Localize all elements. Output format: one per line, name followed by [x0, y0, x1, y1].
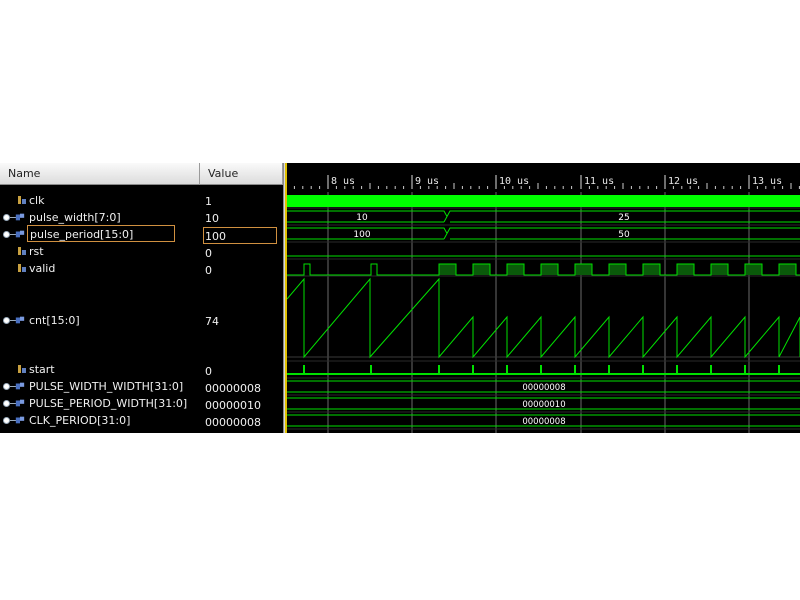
expand-icon[interactable]	[3, 231, 10, 238]
signal-value: 00000008	[205, 382, 261, 395]
signal-row-pulse-period[interactable]: pulse_period[15:0]	[0, 225, 200, 243]
value-cell: 00000008	[200, 414, 283, 431]
signal-name: clk	[29, 194, 45, 207]
signal-value: 1	[205, 195, 212, 208]
valid-pulse-fill	[711, 264, 728, 275]
valid-pulse-fill	[507, 264, 524, 275]
value-cell: 0	[200, 363, 283, 380]
signal-value: 0	[205, 247, 212, 260]
bit-signal-icon	[18, 196, 26, 204]
value-cell: 74	[200, 313, 283, 330]
signal-value: 74	[205, 315, 219, 328]
time-label: 13 us	[752, 176, 782, 187]
time-ruler: 8 us 9 us 10 us 11 us 12 us 13 us	[287, 163, 800, 192]
expand-icon[interactable]	[3, 214, 10, 221]
bus-signal-icon	[15, 316, 25, 324]
bit-signal-icon	[18, 264, 26, 272]
valid-pulse-fill	[575, 264, 592, 275]
value-cell: 100	[200, 227, 283, 245]
bus-signal-icon	[15, 382, 25, 390]
time-label: 12 us	[668, 176, 698, 187]
signal-row-pulse-width-width[interactable]: PULSE_WIDTH_WIDTH[31:0]	[0, 378, 200, 395]
signal-row-pulse-period-width[interactable]: PULSE_PERIOD_WIDTH[31:0]	[0, 395, 200, 412]
signal-value: 10	[205, 212, 219, 225]
valid-pulse-fill	[541, 264, 558, 275]
signal-value: 100	[203, 227, 277, 244]
expand-icon[interactable]	[3, 317, 10, 324]
bus-signal-icon	[15, 213, 25, 221]
time-label: 9 us	[415, 176, 439, 187]
expand-icon[interactable]	[3, 383, 10, 390]
valid-pulse-fill	[609, 264, 626, 275]
signal-name: PULSE_PERIOD_WIDTH[31:0]	[29, 397, 188, 410]
value-cell: 10	[200, 210, 283, 227]
signal-row-pulse-width[interactable]: pulse_width[7:0]	[0, 209, 200, 226]
signal-name: valid	[29, 262, 56, 275]
signal-row-cnt[interactable]: cnt[15:0]	[0, 312, 200, 329]
expand-icon[interactable]	[3, 400, 10, 407]
valid-pulse-fill	[745, 264, 762, 275]
valid-pulse-fill	[473, 264, 490, 275]
cnt-trace	[287, 277, 800, 359]
signal-name-column: Name clk pulse_width[7:0] pulse_period[1…	[0, 163, 200, 433]
bus-signal-icon	[15, 399, 25, 407]
time-label: 8 us	[331, 176, 355, 187]
waveform-canvas[interactable]: 8 us 9 us 10 us 11 us 12 us 13 us 10 25100 5000…	[287, 163, 800, 433]
bit-signal-icon	[18, 247, 26, 255]
clk-trace	[287, 195, 800, 207]
start-trace	[287, 365, 800, 375]
signal-name: rst	[29, 245, 44, 258]
signal-name: CLK_PERIOD[31:0]	[29, 414, 131, 427]
signal-value: 00000010	[205, 399, 261, 412]
value-cell: 00000008	[200, 380, 283, 397]
ruler-band	[287, 163, 800, 192]
value-cell: 0	[200, 262, 283, 279]
signal-name: pulse_width[7:0]	[29, 211, 121, 224]
value-cell: 00000010	[200, 397, 283, 414]
signal-name: cnt[15:0]	[29, 314, 80, 327]
signal-row-rst[interactable]: rst	[0, 243, 200, 260]
signal-name: pulse_period[15:0]	[27, 225, 175, 242]
name-column-header[interactable]: Name	[0, 163, 200, 185]
bus-signal-icon	[15, 230, 25, 238]
waveform-area[interactable]: 8 us 9 us 10 us 11 us 12 us 13 us 10 25 100 50 00…	[287, 163, 800, 433]
signal-value: 00000008	[205, 416, 261, 429]
signal-name: start	[29, 363, 55, 376]
valid-pulse-fill	[677, 264, 694, 275]
signal-row-valid[interactable]: valid	[0, 260, 200, 277]
time-label: 11 us	[584, 176, 614, 187]
signal-row-clk[interactable]: clk	[0, 192, 200, 209]
waveform-viewer: Name clk pulse_width[7:0] pulse_period[1…	[0, 163, 800, 433]
time-label: 10 us	[499, 176, 529, 187]
valid-pulse-fill	[439, 264, 456, 275]
value-cell: 1	[200, 193, 283, 210]
signal-value: 0	[205, 264, 212, 277]
valid-pulse-fill	[643, 264, 660, 275]
bus-signal-icon	[15, 416, 25, 424]
signal-value-column: Value 1 10 100 0 0 74 0 00000008 0000001…	[200, 163, 283, 433]
bit-signal-icon	[18, 365, 26, 373]
signal-row-start[interactable]: start	[0, 361, 200, 378]
signal-row-clk-period[interactable]: CLK_PERIOD[31:0]	[0, 412, 200, 429]
expand-icon[interactable]	[3, 417, 10, 424]
value-cell: 0	[200, 245, 283, 262]
signal-traces: 10 25100 50000000080000001000000008	[287, 195, 800, 427]
signal-name: PULSE_WIDTH_WIDTH[31:0]	[29, 380, 184, 393]
valid-pulse-fill	[779, 264, 796, 275]
signal-value: 0	[205, 365, 212, 378]
value-column-header[interactable]: Value	[200, 163, 283, 185]
